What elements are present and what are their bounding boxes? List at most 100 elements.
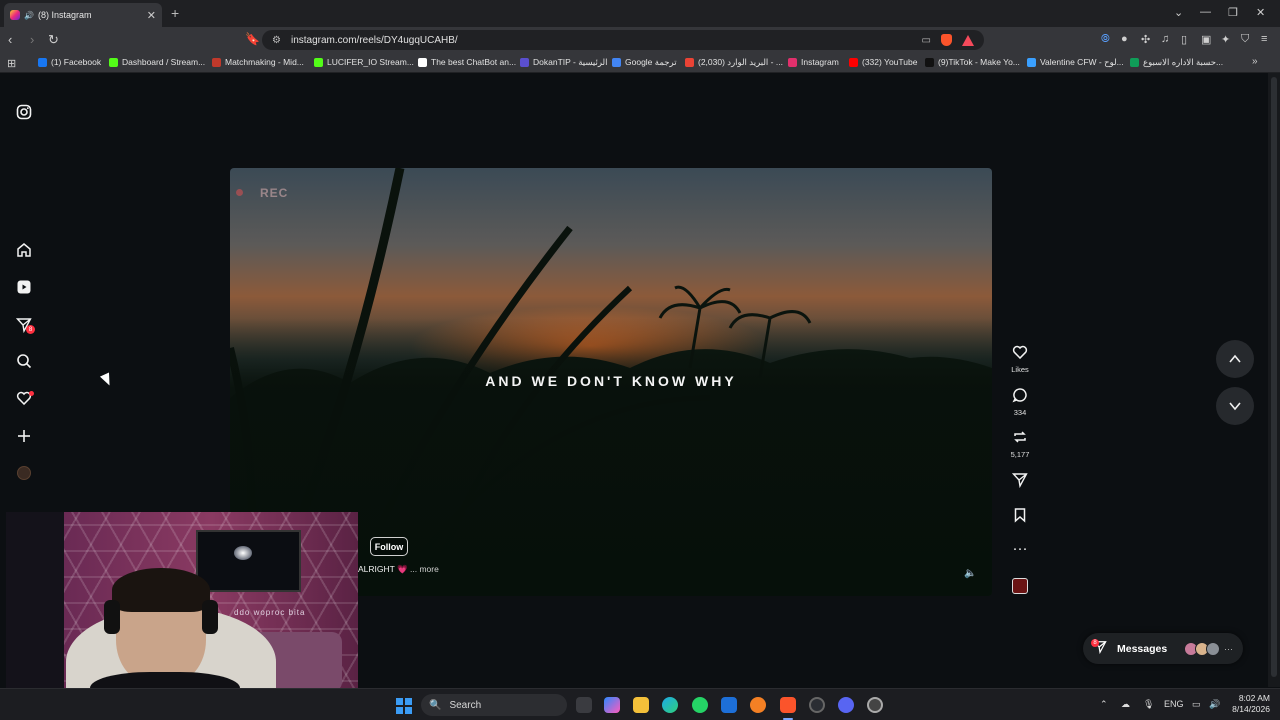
more-bookmarks-icon[interactable]: » [1252,56,1258,67]
tab-title: (8) Instagram [37,10,92,20]
more-link[interactable]: ... more [410,564,439,574]
bookmark-item[interactable]: حسبة الاداره الاسبوع... [1130,57,1223,68]
bookmark-page-icon[interactable]: 🔖 [245,32,260,46]
follow-button[interactable]: Follow [370,537,408,556]
leo-ai-icon[interactable]: ✦ [1221,33,1230,46]
site-settings-icon[interactable]: ⚙ [272,35,281,46]
share-action[interactable] [1006,472,1034,492]
show-hidden-icons-icon[interactable]: ⌃ [1100,699,1108,710]
more-options-action[interactable]: ··· [1006,541,1034,557]
outlook-icon[interactable] [721,697,737,713]
bookmark-item[interactable]: The best ChatBot an... [418,57,516,67]
bookmark-item[interactable]: DokanTIP - الرئيسية [520,57,607,68]
display-icon[interactable]: ▭ [1192,699,1201,710]
sidebar-toggle-icon[interactable]: ▯ [1181,33,1187,46]
forward-button[interactable]: › [30,32,34,47]
bookmark-item[interactable]: Dashboard / Stream... [109,57,205,67]
extensions-icon[interactable]: ✣ [1141,33,1150,46]
search-icon[interactable] [14,351,34,371]
comment-action[interactable]: 334 [1006,387,1034,417]
bookmark-favicon-icon [520,58,529,67]
bookmark-item[interactable]: (1) Facebook [38,57,101,67]
taskbar-search-label: Search [449,699,482,711]
home-icon[interactable] [14,240,34,260]
bookmark-item[interactable]: LUCIFER_IO Stream... [314,57,414,67]
minimize-button[interactable]: — [1200,6,1211,18]
create-plus-icon[interactable] [14,426,34,446]
discord-icon[interactable] [838,697,854,713]
bookmark-favicon-icon [212,57,221,67]
profile-avatar[interactable] [14,463,34,483]
new-tab-button[interactable]: + [171,5,179,21]
previous-reel-button[interactable] [1216,340,1254,378]
restore-button[interactable]: ❐ [1228,6,1238,19]
microphone-icon[interactable]: 🎙 [1143,699,1154,710]
messages-count-badge: 8 [26,325,35,334]
close-window-button[interactable]: ✕ [1256,6,1265,19]
volume-icon[interactable]: 🔊 [1209,699,1220,710]
brave-rewards-icon[interactable] [962,34,974,46]
heart-icon[interactable] [1006,344,1034,364]
close-tab-icon[interactable]: ✕ [147,9,156,22]
bookmark-item[interactable]: Google ترجمة [612,57,677,68]
menu-icon[interactable]: ≡ [1261,33,1267,45]
language-indicator[interactable]: ENG [1164,699,1184,709]
tab-search-icon[interactable]: ⌄ [1174,6,1183,19]
bookmark-favicon-icon [849,57,858,67]
apps-grid-icon[interactable]: ⊞ [7,57,16,70]
obs-icon[interactable] [809,697,825,713]
cloudflare-icon[interactable] [750,697,766,713]
repost-action[interactable]: 5,177 [1006,429,1034,459]
reel-description[interactable]: ALRIGHT 💗 ... more [358,564,439,575]
share-paper-plane-icon[interactable] [1006,472,1034,492]
back-button[interactable]: ‹ [8,32,12,47]
reload-button[interactable]: ↻ [48,32,59,48]
file-explorer-icon[interactable] [633,697,649,713]
bookmark-item[interactable]: (2,030) البريد الوارد - ... [685,57,783,68]
bookmark-item[interactable]: Valentine CFW - لوح... [1027,57,1124,68]
windows-start-icon[interactable] [396,698,412,714]
shield-icon[interactable]: ⛉ [1241,33,1249,46]
browser-tab-instagram[interactable]: 🔊 (8) Instagram ✕ [4,3,162,27]
brave-browser-icon[interactable] [780,697,796,713]
reels-icon[interactable] [14,277,34,297]
more-dots-icon[interactable]: ··· [1006,541,1034,557]
copilot-icon[interactable] [604,697,620,713]
instagram-logo-icon[interactable] [14,102,34,122]
speaker-icon[interactable]: 🔊 [24,11,34,20]
address-bar[interactable]: ⚙ instagram.com/reels/DY4ugqUCAHB/ ▭ [262,30,984,50]
repost-icon[interactable] [1006,429,1034,449]
bookmark-item[interactable]: (9)TikTok - Make Yo... [925,57,1020,67]
wallet-icon[interactable]: ▣ [1201,33,1211,46]
bookmark-icon[interactable] [1006,507,1034,527]
messages-button[interactable]: 8 Messages ··· [1083,633,1243,664]
scrollbar-thumb[interactable] [1271,77,1277,677]
chevron-up-icon [1229,354,1241,363]
bookmark-item[interactable]: Matchmaking - Mid... [212,57,304,67]
bookmark-favicon-icon [1027,58,1036,67]
whatsapp-icon[interactable] [692,697,708,713]
edge-icon[interactable] [662,697,678,713]
media-control-icon[interactable]: ♫ [1161,33,1169,45]
wallet-extension-icon[interactable]: ⦾ [1101,33,1110,46]
bookmark-label: (2,030) البريد الوارد - ... [698,57,783,67]
bookmark-label: (1) Facebook [51,57,102,67]
next-reel-button[interactable] [1216,387,1254,425]
bookmark-item[interactable]: (332) YouTube [849,57,917,67]
messages-label: Messages [1117,642,1168,655]
bookmark-item[interactable]: Instagram [788,57,839,67]
taskbar-search[interactable]: 🔍 Search [421,694,567,716]
audio-thumbnail[interactable] [1012,578,1028,594]
page-scrollbar[interactable] [1268,73,1280,687]
like-action[interactable]: Likes [1006,344,1034,374]
brave-shields-icon[interactable] [941,34,952,46]
chrome-icon[interactable] [867,697,883,713]
system-clock[interactable]: 8:02 AM 8/14/2026 [1226,693,1270,715]
cast-icon[interactable]: ▭ [922,35,931,46]
onedrive-icon[interactable]: ☁ [1121,699,1130,710]
save-action[interactable] [1006,507,1034,527]
vpn-extension-icon[interactable]: ● [1121,33,1128,45]
task-view-icon[interactable] [576,697,592,713]
comment-bubble-icon[interactable] [1006,387,1034,407]
volume-icon[interactable]: 🔈 [964,568,976,579]
